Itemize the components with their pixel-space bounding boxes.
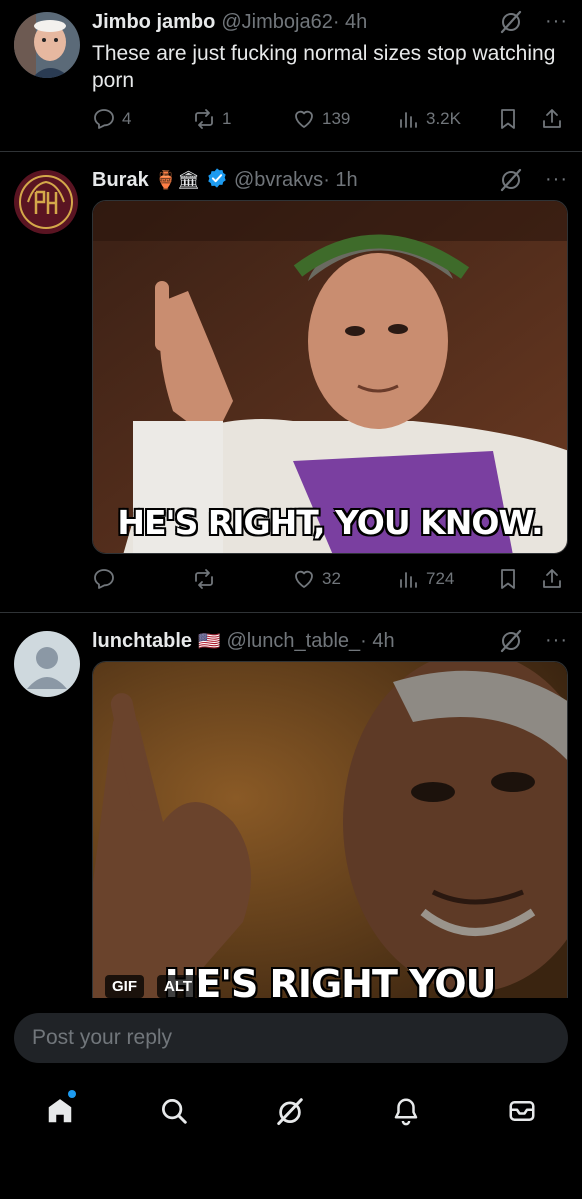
post-header: Jimbo jambo @Jimboja62 · 4h ··· — [92, 8, 568, 36]
meme-caption: HE'S RIGHT, YOU KNOW. — [117, 503, 543, 542]
more-icon[interactable]: ··· — [545, 629, 568, 652]
nav-notifications[interactable] — [386, 1086, 426, 1136]
nav-search[interactable] — [154, 1086, 194, 1136]
post-lunchtable[interactable]: lunchtable 🇺🇸 @lunch_table_ · 4h ··· HE'… — [0, 613, 582, 1001]
views-count: 724 — [426, 569, 455, 588]
views-count: 3.2K — [426, 109, 461, 128]
bottom-nav — [0, 1086, 582, 1136]
action-bar: 32 724 — [92, 564, 568, 594]
author-handle[interactable]: @lunch_table_ — [226, 630, 360, 653]
avatar[interactable] — [14, 12, 80, 78]
post-image[interactable]: HE'S RIGHT, YOU KNOW. — [92, 200, 568, 554]
share-button[interactable] — [540, 564, 564, 594]
repost-button[interactable] — [192, 564, 222, 594]
post-time: · 1h — [323, 168, 358, 191]
gif-badge: GIF — [105, 975, 144, 998]
reply-icon — [94, 569, 114, 589]
reply-bar: Post your reply — [0, 998, 582, 1199]
nav-home[interactable] — [40, 1086, 80, 1136]
author-name[interactable]: lunchtable — [92, 630, 192, 653]
grok-icon[interactable] — [498, 166, 524, 194]
post-time: · 4h — [360, 629, 395, 652]
grok-icon[interactable] — [498, 8, 524, 36]
reply-button[interactable] — [92, 564, 122, 594]
post-text: These are just fucking normal sizes stop… — [92, 42, 556, 92]
author-handle[interactable]: @bvrakvs — [234, 169, 323, 192]
reply-button[interactable]: 4 — [92, 104, 131, 134]
grok-nav-icon — [277, 1098, 303, 1125]
post-burak[interactable]: Burak 🏺🏛 @bvrakvs · 1h ··· HE'S RIGHT, Y… — [0, 152, 582, 613]
share-icon — [543, 109, 561, 128]
post-header: lunchtable 🇺🇸 @lunch_table_ · 4h ··· — [92, 627, 568, 655]
repost-icon — [195, 109, 213, 129]
action-bar: 4 1 139 3.2K — [92, 104, 568, 134]
avatar[interactable] — [14, 631, 80, 697]
share-button[interactable] — [540, 104, 564, 134]
verified-icon — [206, 167, 228, 193]
bookmark-button[interactable] — [496, 104, 520, 134]
like-count: 139 — [322, 109, 351, 128]
home-icon — [48, 1099, 72, 1123]
post-gif[interactable]: HE'S RIGHT YOU KNOW GIF ALT — [92, 661, 568, 1001]
share-icon — [543, 569, 561, 588]
like-icon — [295, 570, 313, 588]
post-jimbo[interactable]: Jimbo jambo @Jimboja62 · 4h ··· These ar… — [0, 0, 582, 152]
bookmark-button[interactable] — [496, 564, 520, 594]
avatar[interactable] — [14, 170, 78, 234]
author-name[interactable]: Jimbo jambo — [92, 11, 215, 34]
like-icon — [295, 110, 313, 128]
more-icon[interactable]: ··· — [545, 168, 568, 191]
nav-messages[interactable] — [502, 1086, 542, 1136]
views-button[interactable]: 724 — [396, 564, 454, 594]
views-icon — [400, 572, 417, 588]
like-button[interactable]: 139 — [292, 104, 350, 134]
profile-emoji-badges: 🏺🏛 — [154, 170, 200, 190]
reply-icon — [94, 109, 114, 129]
reply-input[interactable]: Post your reply — [14, 1013, 568, 1063]
repost-count: 1 — [222, 109, 232, 128]
author-handle[interactable]: @Jimboja62 — [221, 11, 332, 34]
repost-icon — [195, 569, 213, 589]
grok-icon[interactable] — [498, 627, 524, 655]
alt-badge[interactable]: ALT — [157, 975, 200, 998]
bookmark-icon — [501, 569, 515, 589]
notification-dot — [68, 1090, 76, 1098]
like-count: 32 — [322, 569, 341, 588]
messages-icon — [509, 1101, 535, 1121]
notifications-icon — [394, 1098, 418, 1126]
repost-button[interactable]: 1 — [192, 104, 231, 134]
reply-count: 4 — [122, 109, 132, 128]
flag-badge: 🇺🇸 — [198, 631, 221, 651]
views-icon — [400, 112, 417, 128]
nav-grok[interactable] — [270, 1086, 310, 1136]
search-icon — [162, 1099, 187, 1124]
views-button[interactable]: 3.2K — [396, 104, 461, 134]
post-time: · 4h — [332, 10, 368, 33]
author-name[interactable]: Burak — [92, 169, 149, 192]
like-button[interactable]: 32 — [292, 564, 341, 594]
bookmark-icon — [501, 109, 515, 129]
more-icon[interactable]: ··· — [545, 10, 568, 33]
post-header: Burak 🏺🏛 @bvrakvs · 1h ··· — [92, 166, 568, 194]
